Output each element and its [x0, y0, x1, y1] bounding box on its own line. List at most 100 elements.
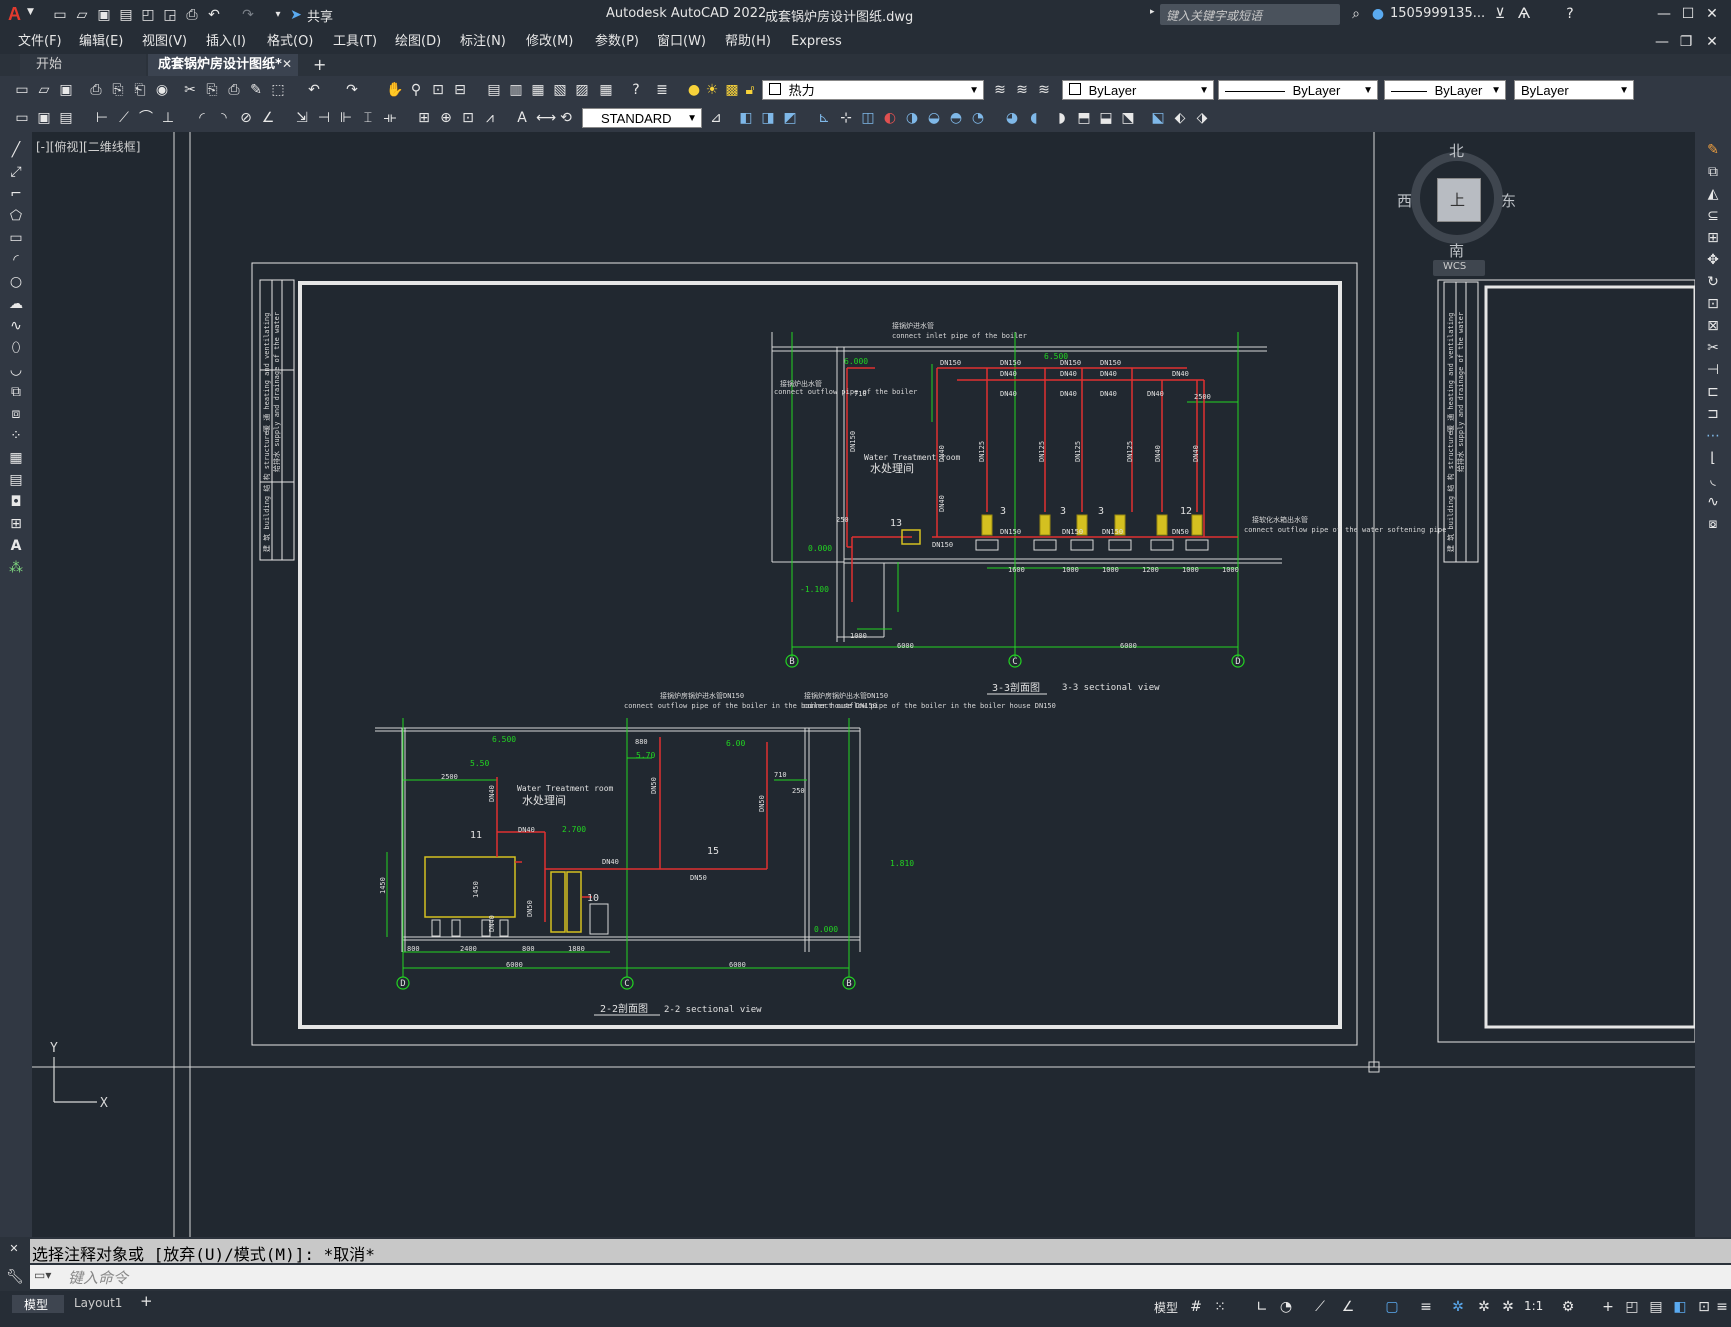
ucs-z-icon[interactable]: ◔ — [970, 110, 986, 126]
menu-help[interactable]: 帮助(H) — [725, 30, 771, 54]
annotation-visibility-icon[interactable]: ✲ — [1476, 1299, 1492, 1315]
break-icon[interactable]: ⊐ — [1705, 406, 1721, 422]
dim-radius-icon[interactable]: ◜ — [194, 110, 210, 126]
osnap-icon[interactable]: ▢ — [1384, 1299, 1400, 1315]
customization-icon[interactable]: ≡ — [1714, 1299, 1730, 1315]
view-front-icon[interactable]: ◧ — [738, 110, 754, 126]
hardware-accel-icon[interactable]: ◧ — [1672, 1299, 1688, 1315]
layer-manager-icon[interactable]: ≣ — [654, 82, 670, 98]
ellipse-arc-icon[interactable]: ◡ — [8, 362, 24, 378]
web-open-icon[interactable]: ◰ — [140, 7, 156, 23]
command-input[interactable]: 键入命令 — [68, 1267, 128, 1288]
layer-states-icon[interactable]: ≋ — [1036, 82, 1052, 98]
polygon-icon[interactable]: ⬠ — [8, 208, 24, 224]
circle-icon[interactable]: ○ — [8, 274, 24, 290]
solid-sphere-icon[interactable]: ⬔ — [1120, 110, 1136, 126]
maximize-icon[interactable]: ☐ — [1680, 6, 1696, 22]
lineweight-icon[interactable]: ≡ — [1418, 1299, 1434, 1315]
calculator-icon[interactable]: ▦ — [598, 82, 614, 98]
quick-properties-icon[interactable]: ▤ — [1648, 1299, 1664, 1315]
menu-insert[interactable]: 插入(I) — [206, 30, 246, 54]
saveas-icon[interactable]: ▤ — [118, 7, 134, 23]
ucs-icon[interactable]: ⊾ — [816, 110, 832, 126]
rectangle-icon[interactable]: ▭ — [8, 230, 24, 246]
qplot-icon[interactable]: ⎙ — [88, 82, 104, 98]
qsave-icon[interactable]: ▣ — [58, 82, 74, 98]
zoom-window-icon[interactable]: ⊡ — [430, 82, 446, 98]
visual-style-icon[interactable]: ◕ — [1004, 110, 1020, 126]
search-box[interactable]: 键入关键字或短语 — [1160, 4, 1340, 25]
dim-space-icon[interactable]: ⌶ — [360, 110, 376, 126]
trim-icon[interactable]: ✂ — [1705, 340, 1721, 356]
publish-icon[interactable]: ⎗ — [132, 82, 148, 98]
insert-block-icon[interactable]: ▤ — [58, 110, 74, 126]
help-icon[interactable]: ? — [1562, 6, 1578, 22]
doc-minimize-icon[interactable]: — — [1654, 34, 1670, 50]
chamfer-icon[interactable]: ⌊ — [1705, 450, 1721, 466]
autodesk-app-icon[interactable]: Ѧ — [1516, 6, 1532, 22]
isodraft-icon[interactable]: ⟋ — [1312, 1299, 1328, 1315]
linetype-dropdown[interactable]: ByLayer ▼ — [1218, 80, 1378, 100]
polar-icon[interactable]: ◔ — [1278, 1299, 1294, 1315]
paste-icon[interactable]: ⎙ — [226, 82, 242, 98]
menu-parametric[interactable]: 参数(P) — [595, 30, 639, 54]
pan-icon[interactable]: ✋ — [386, 82, 403, 98]
xline-icon[interactable]: ⤢ — [8, 164, 24, 180]
viewcube-east[interactable]: 东 — [1501, 190, 1516, 211]
zoom-realtime-icon[interactable]: ⚲ — [408, 82, 424, 98]
minimize-icon[interactable]: — — [1656, 6, 1672, 22]
make-block-icon[interactable]: ⧈ — [8, 406, 24, 422]
user-icon[interactable]: ● — [1370, 6, 1386, 22]
dim-continue-icon[interactable]: ⊩ — [338, 110, 354, 126]
viewcube-south[interactable]: 南 — [1449, 240, 1464, 261]
tb-redo-icon[interactable]: ↷ — [344, 82, 360, 98]
command-input-box[interactable]: ▭▾ 键入命令 — [30, 1265, 1731, 1289]
sweep-icon[interactable]: ⬗ — [1194, 110, 1210, 126]
tool-palettes-icon[interactable]: ▦ — [530, 82, 546, 98]
wcs-menu[interactable]: WCS — [1433, 260, 1485, 276]
menu-express[interactable]: Express — [791, 30, 842, 54]
snap-icon[interactable]: ⁙ — [1212, 1299, 1228, 1315]
qopen-icon[interactable]: ▱ — [36, 82, 52, 98]
dimtedit-icon[interactable]: ⟷ — [536, 110, 556, 126]
drawing-canvas[interactable]: [-][俯视][二维线框] 暖 通 heating and ventilatin… — [32, 132, 1695, 1237]
ucs-origin-icon[interactable]: ⊹ — [838, 110, 854, 126]
layer-previous-icon[interactable]: ≋ — [1014, 82, 1030, 98]
clean-screen-icon[interactable]: ⊡ — [1696, 1299, 1712, 1315]
layer-dropdown[interactable]: 热力 ▼ — [762, 80, 984, 100]
dim-update-icon[interactable]: ⟲ — [558, 110, 574, 126]
zoom-previous-icon[interactable]: ⊟ — [452, 82, 468, 98]
user-name[interactable]: 1505999135... — [1390, 6, 1485, 21]
layout-tab-model[interactable]: 模型 — [12, 1295, 64, 1313]
ortho-icon[interactable]: ∟ — [1254, 1299, 1270, 1315]
copy-icon[interactable]: ⎘ — [204, 82, 220, 98]
design-center-icon[interactable]: ▥ — [508, 82, 524, 98]
make-current-icon[interactable]: ≋ — [992, 82, 1008, 98]
tab-start[interactable]: 开始 — [20, 54, 146, 76]
color-dropdown[interactable]: ByLayer ▼ — [1062, 80, 1214, 100]
render-icon[interactable]: ◖ — [1026, 110, 1042, 126]
lineweight-dropdown[interactable]: ByLayer ▼ — [1384, 80, 1506, 100]
dim-baseline-icon[interactable]: ⊣ — [316, 110, 332, 126]
block-icon[interactable]: ▣ — [36, 110, 52, 126]
menu-window[interactable]: 窗口(W) — [657, 30, 706, 54]
new-tab-icon[interactable]: + — [313, 55, 326, 74]
dim-arc-icon[interactable]: ⌒ — [138, 110, 154, 126]
workspace-icon[interactable]: ⚙ — [1560, 1299, 1576, 1315]
plotstyle-dropdown[interactable]: ByLayer ▼ — [1514, 80, 1634, 100]
viewcube-west[interactable]: 西 — [1397, 190, 1412, 211]
app-logo-icon[interactable]: A — [8, 4, 21, 25]
inspect-icon[interactable]: ⊡ — [460, 110, 476, 126]
table-icon[interactable]: ⊞ — [8, 516, 24, 532]
qdim-icon[interactable]: ⇲ — [294, 110, 310, 126]
model-space-button[interactable]: 模型 — [1154, 1299, 1178, 1316]
dim-ordinate-icon[interactable]: ⊥ — [160, 110, 176, 126]
view-back-icon[interactable]: ◨ — [760, 110, 776, 126]
redo-icon[interactable]: ↷ — [240, 7, 256, 23]
customize-icon[interactable]: ▾ — [270, 7, 286, 23]
solid-box-icon[interactable]: ◗ — [1054, 110, 1070, 126]
hatch-icon[interactable]: ▦ — [8, 450, 24, 466]
menu-tools[interactable]: 工具(T) — [333, 30, 377, 54]
mtext-icon[interactable]: A — [8, 538, 24, 554]
solid-cone-icon[interactable]: ⬓ — [1098, 110, 1114, 126]
